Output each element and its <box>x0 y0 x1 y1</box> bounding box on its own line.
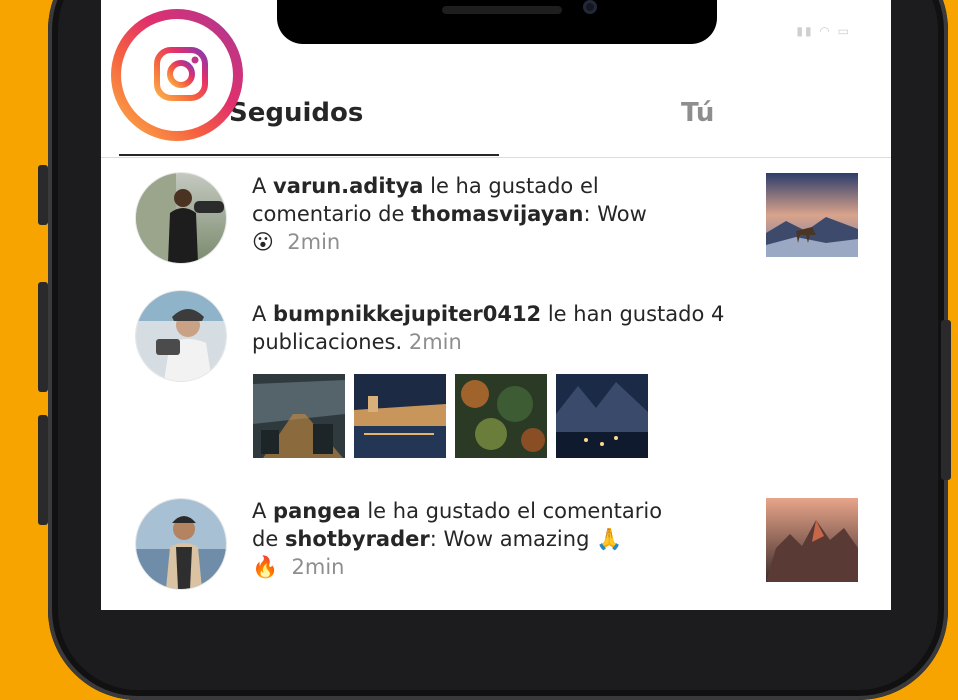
avatar-photo <box>136 173 226 263</box>
username-link[interactable]: bumpnikkejupiter0412 <box>273 302 541 326</box>
tab-you[interactable]: Tú <box>681 98 714 128</box>
instagram-camera-icon <box>154 47 208 101</box>
post-thumbnail[interactable] <box>766 173 858 257</box>
emoji: 😮 <box>252 230 274 254</box>
post-thumbnail[interactable] <box>253 374 345 458</box>
post-thumbnail[interactable] <box>455 374 547 458</box>
avatar-bumpnikkejupiter0412[interactable] <box>135 290 227 382</box>
emoji: 🔥 <box>252 555 279 579</box>
tab-following[interactable]: Seguidos <box>229 98 363 128</box>
phone-notch <box>277 0 717 44</box>
post-thumbnail-image <box>253 374 345 458</box>
comment-text: : Wow <box>583 202 647 226</box>
notif-middle: le ha gustado el comentario <box>360 499 663 523</box>
username-link[interactable]: varun.aditya <box>273 174 423 198</box>
notification-text: A varun.aditya le ha gustado el comentar… <box>252 172 732 256</box>
notif-line2-prefix: comentario de <box>252 202 412 226</box>
post-thumbnail[interactable] <box>354 374 446 458</box>
tab-divider <box>101 157 891 158</box>
phone-side-button-left-1 <box>38 165 48 225</box>
post-thumbnail[interactable] <box>556 374 648 458</box>
username-link[interactable]: pangea <box>273 499 361 523</box>
avatar-pangea[interactable] <box>135 498 227 590</box>
username-link[interactable]: shotbyrader <box>285 527 430 551</box>
avatar-photo <box>136 291 226 381</box>
post-thumbnail-image <box>455 374 547 458</box>
notif-line2: publicaciones. <box>252 330 403 354</box>
timestamp: 2min <box>408 330 462 354</box>
front-camera <box>583 0 597 14</box>
avatar-varun-aditya[interactable] <box>135 172 227 264</box>
notif-middle: le han gustado 4 <box>541 302 725 326</box>
notif-middle: le ha gustado el <box>423 174 599 198</box>
notification-text: A pangea le ha gustado el comentario de … <box>252 497 732 581</box>
timestamp: 2min <box>291 555 345 579</box>
avatar-photo <box>136 499 226 589</box>
phone-side-button-left-3 <box>38 415 48 525</box>
post-thumbnail-image <box>354 374 446 458</box>
notif-prefix: A <box>252 174 274 198</box>
post-thumbnail-image <box>556 374 648 458</box>
phone-side-button-left-2 <box>38 282 48 392</box>
comment-text: : Wow amazing 🙏 <box>429 527 623 551</box>
active-tab-indicator <box>119 154 499 156</box>
username-link[interactable]: thomasvijayan <box>411 202 583 226</box>
post-thumbnail-image <box>766 173 858 257</box>
notif-prefix: A <box>252 302 274 326</box>
notif-prefix: A <box>252 499 274 523</box>
phone-side-button-right <box>941 320 951 480</box>
speaker-grille <box>442 6 562 14</box>
notif-line2-prefix: de <box>252 527 285 551</box>
status-bar-icons: ▮▮ ◠ ▭ <box>796 24 851 38</box>
notification-text: A bumpnikkejupiter0412 le han gustado 4 … <box>252 300 782 356</box>
post-thumbnail-image <box>766 498 858 582</box>
timestamp: 2min <box>287 230 341 254</box>
post-thumbnail[interactable] <box>766 498 858 582</box>
